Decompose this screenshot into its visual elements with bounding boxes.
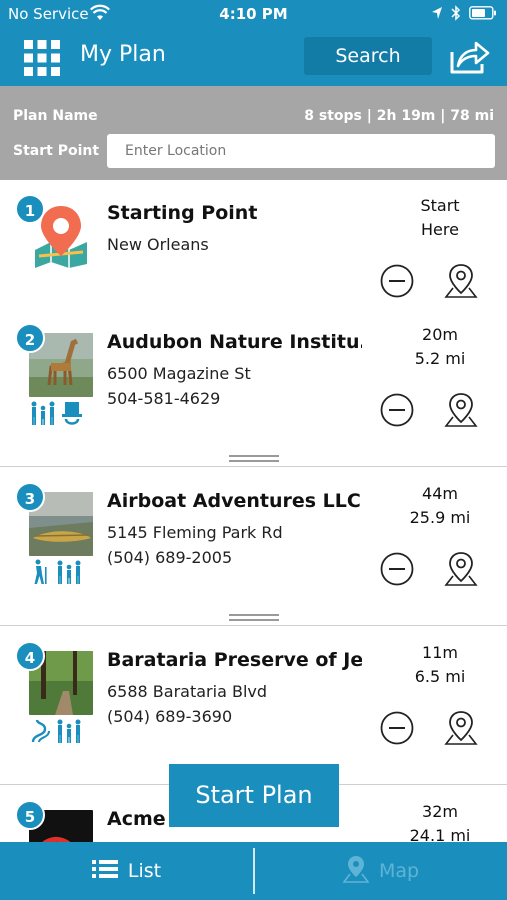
stop-name[interactable]: Audubon Nature Institu…: [107, 331, 362, 353]
list-item[interactable]: 2 Audubon Nature Institu… 6500 Magazine …: [0, 309, 507, 467]
tab-list-label: List: [127, 860, 162, 882]
stop-name[interactable]: Airboat Adventures LLC: [107, 490, 362, 512]
family-icon: [29, 400, 57, 428]
stop-address: 6588 Barataria Blvd: [107, 682, 268, 701]
map-pin-icon[interactable]: [443, 709, 479, 747]
drag-handle-icon[interactable]: [229, 607, 279, 621]
remove-stop-icon[interactable]: [380, 393, 414, 427]
grid-menu-icon[interactable]: [22, 38, 62, 78]
stop-phone[interactable]: 504-581-4629: [107, 389, 220, 408]
page-title: My Plan: [80, 42, 166, 67]
start-plan-button[interactable]: Start Plan: [169, 764, 339, 827]
list-item[interactable]: 3 Airboat Adventures LLC 5145 Fleming Pa…: [0, 468, 507, 626]
start-point-label: Start Point: [13, 143, 100, 159]
stop-meta-bottom: Here: [421, 220, 459, 239]
stop-travel-time: 44m: [422, 484, 458, 503]
list-icon: [91, 859, 118, 884]
location-arrow-icon: [431, 6, 443, 24]
stop-number-badge: 2: [15, 323, 45, 353]
tab-list[interactable]: List: [0, 842, 253, 900]
stop-number-badge: 4: [15, 641, 45, 671]
share-icon[interactable]: [448, 38, 490, 76]
status-bar: No Service 4:10 PM: [0, 0, 507, 28]
location-input[interactable]: [107, 134, 495, 168]
map-pin-icon[interactable]: [443, 262, 479, 300]
plan-name-label: Plan Name: [13, 108, 98, 124]
stop-distance: 6.5 mi: [414, 667, 466, 686]
remove-stop-icon[interactable]: [380, 552, 414, 586]
stop-distance: 5.2 mi: [414, 349, 466, 368]
drag-handle-icon[interactable]: [229, 448, 279, 462]
stop-name[interactable]: Barataria Preserve of Je…: [107, 649, 362, 671]
remove-stop-icon[interactable]: [380, 264, 414, 298]
map-pin-icon[interactable]: [443, 550, 479, 588]
battery-icon: [469, 6, 497, 24]
stop-travel-time: 32m: [422, 802, 458, 821]
list-item[interactable]: 4 Barataria Preserve of Je… 6588 Baratar…: [0, 627, 507, 785]
stop-meta-top: Start: [420, 196, 460, 215]
stop-travel-time: 11m: [422, 643, 458, 662]
stop-address: 5145 Fleming Park Rd: [107, 523, 283, 542]
family-icon: [55, 718, 83, 746]
map-pin-icon[interactable]: [443, 391, 479, 429]
plan-summary: 8 stops | 2h 19m | 78 mi: [304, 108, 494, 124]
tab-map-label: Map: [378, 860, 420, 882]
app-header: My Plan Search: [0, 28, 507, 86]
remove-stop-icon[interactable]: [380, 711, 414, 745]
stop-distance: 24.1 mi: [409, 826, 471, 842]
stop-phone[interactable]: (504) 689-2005: [107, 548, 232, 567]
stop-phone[interactable]: (504) 689-3690: [107, 707, 232, 726]
stop-city: New Orleans: [107, 235, 209, 254]
stop-travel-time: 20m: [422, 325, 458, 344]
stop-name[interactable]: Starting Point: [107, 202, 362, 224]
stop-address: 6500 Magazine St: [107, 364, 251, 383]
stop-number-badge: 1: [15, 194, 45, 224]
hiking-icon: [29, 559, 51, 587]
tab-map[interactable]: Map: [255, 842, 507, 900]
stop-number-badge: 5: [15, 800, 45, 830]
plan-panel: Plan Name 8 stops | 2h 19m | 78 mi Start…: [0, 86, 507, 180]
family-icon: [55, 559, 83, 587]
stop-distance: 25.9 mi: [409, 508, 471, 527]
bluetooth-icon: [451, 5, 461, 25]
stops-list[interactable]: 1 Starting Point New Orleans Start Here …: [0, 180, 507, 842]
map-pin-icon: [342, 855, 370, 888]
search-button[interactable]: Search: [304, 37, 432, 75]
stop-number-badge: 3: [15, 482, 45, 512]
tab-bar: List Map: [0, 842, 507, 900]
trail-icon: [29, 718, 51, 746]
top-hat-icon: [61, 400, 83, 428]
